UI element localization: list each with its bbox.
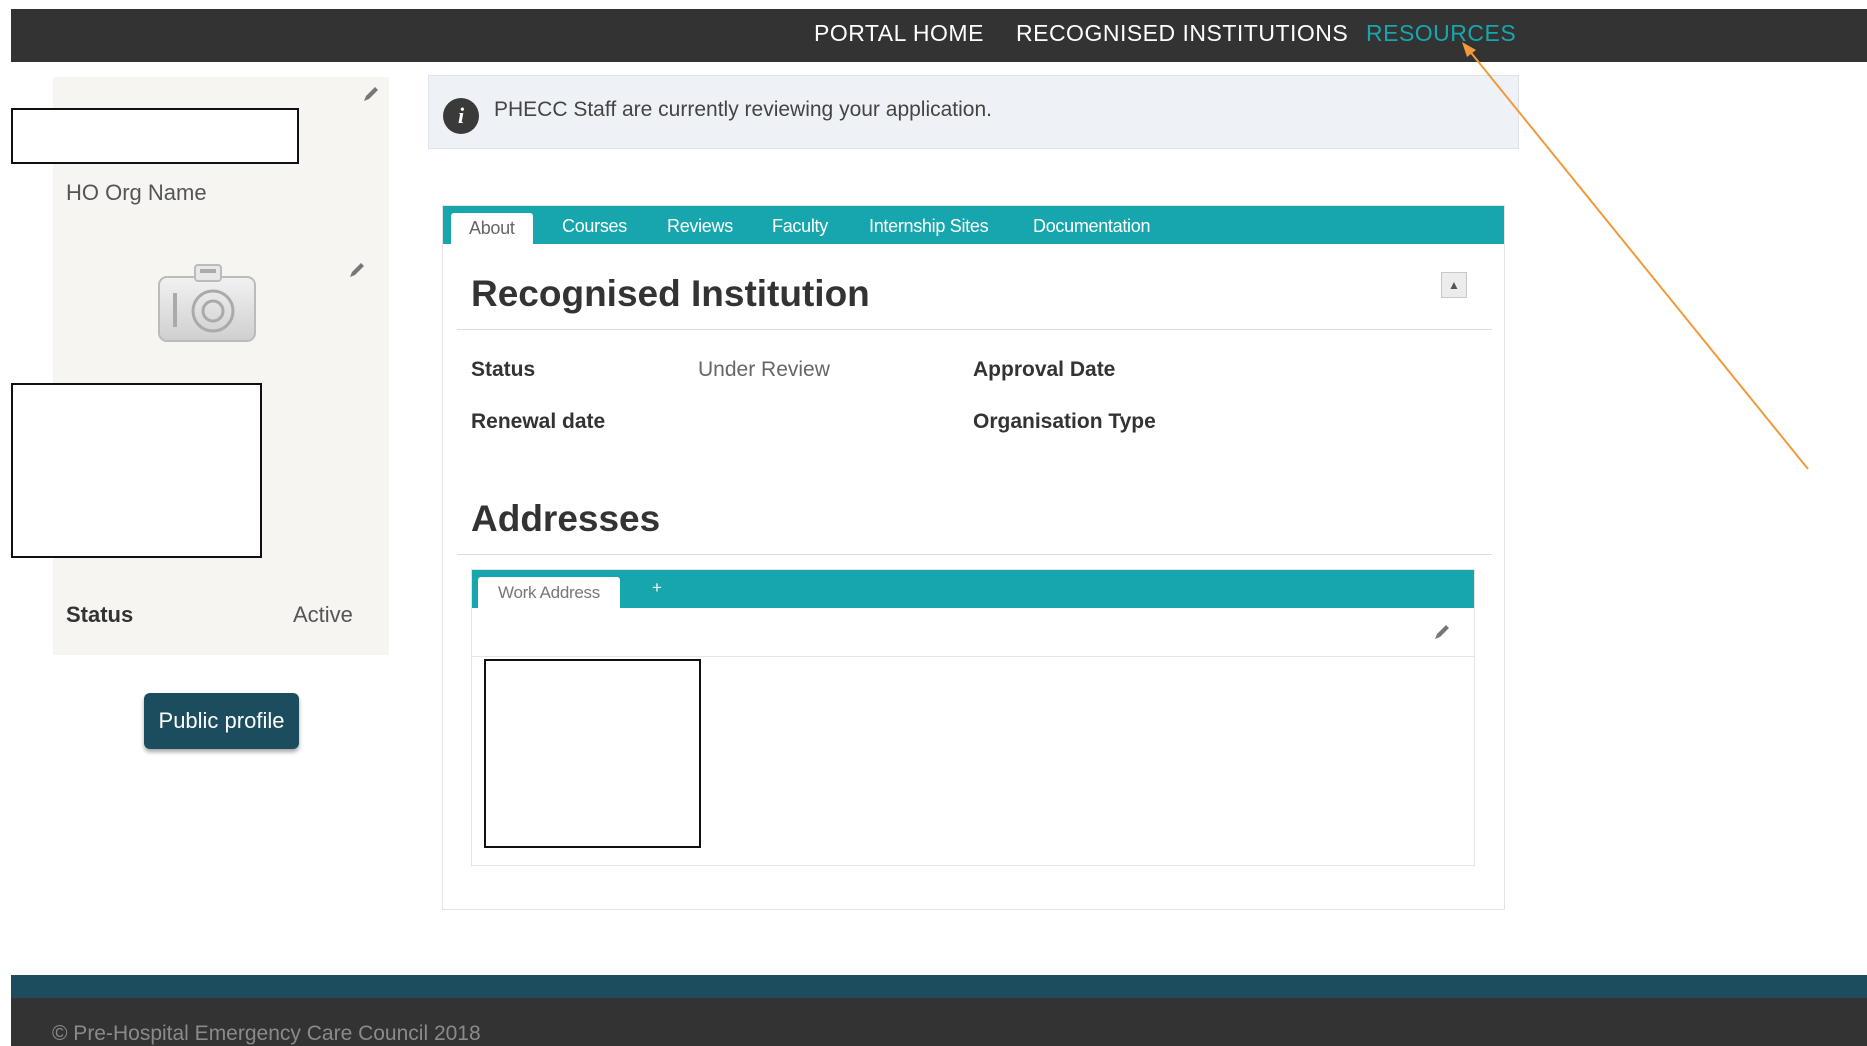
tab-bar: About Courses Reviews Faculty Internship… xyxy=(443,206,1504,244)
redacted-address-box xyxy=(484,659,701,848)
left-margin xyxy=(0,0,11,1046)
institution-card: About Courses Reviews Faculty Internship… xyxy=(442,205,1505,910)
redacted-details-box xyxy=(11,383,262,558)
collapse-button[interactable]: ▲ xyxy=(1441,272,1467,298)
camera-icon[interactable] xyxy=(157,259,257,345)
profile-status-value: Active xyxy=(293,602,353,627)
add-address-button[interactable]: + xyxy=(652,578,662,598)
pencil-icon[interactable] xyxy=(361,84,381,104)
tab-about[interactable]: About xyxy=(451,213,533,244)
section-title-addresses: Addresses xyxy=(471,498,661,539)
redacted-name-box xyxy=(11,108,299,164)
top-navbar: PORTAL HOME RECOGNISED INSTITUTIONS RESO… xyxy=(11,9,1867,62)
notice-text: PHECC Staff are currently reviewing your… xyxy=(494,98,993,121)
tab-documentation[interactable]: Documentation xyxy=(1033,216,1150,237)
tab-reviews[interactable]: Reviews xyxy=(667,216,733,237)
tab-internship-sites[interactable]: Internship Sites xyxy=(869,216,989,237)
status-value: Under Review xyxy=(698,358,830,381)
tab-work-address[interactable]: Work Address xyxy=(478,577,620,608)
renewal-date-label: Renewal date xyxy=(471,410,606,433)
section-title-recognised-institution: Recognised Institution xyxy=(471,273,870,314)
nav-recognised-institutions[interactable]: RECOGNISED INSTITUTIONS xyxy=(1016,9,1348,62)
footer: © Pre-Hospital Emergency Care Council 20… xyxy=(11,998,1867,1046)
nav-resources[interactable]: RESOURCES xyxy=(1366,9,1516,62)
nav-portal-home[interactable]: PORTAL HOME xyxy=(814,9,984,62)
divider xyxy=(457,329,1492,330)
public-profile-button[interactable]: Public profile xyxy=(144,693,299,749)
footer-accent-band xyxy=(11,975,1867,998)
info-icon: i xyxy=(443,98,479,134)
copyright-text: © Pre-Hospital Emergency Care Council 20… xyxy=(52,1022,481,1045)
tab-courses[interactable]: Courses xyxy=(562,216,627,237)
address-tab-bar: Work Address + xyxy=(472,570,1474,608)
pencil-icon[interactable] xyxy=(1432,622,1452,642)
organisation-type-label: Organisation Type xyxy=(973,410,1156,433)
profile-status-label: Status xyxy=(66,602,134,627)
address-panel: Work Address + xyxy=(471,569,1475,866)
review-notice: i PHECC Staff are currently reviewing yo… xyxy=(428,75,1519,149)
status-label: Status xyxy=(471,358,536,381)
pencil-icon[interactable] xyxy=(347,260,367,280)
org-name: HO Org Name xyxy=(66,180,207,205)
divider xyxy=(457,554,1492,555)
divider xyxy=(472,656,1474,657)
tab-faculty[interactable]: Faculty xyxy=(772,216,828,237)
approval-date-label: Approval Date xyxy=(973,358,1116,381)
